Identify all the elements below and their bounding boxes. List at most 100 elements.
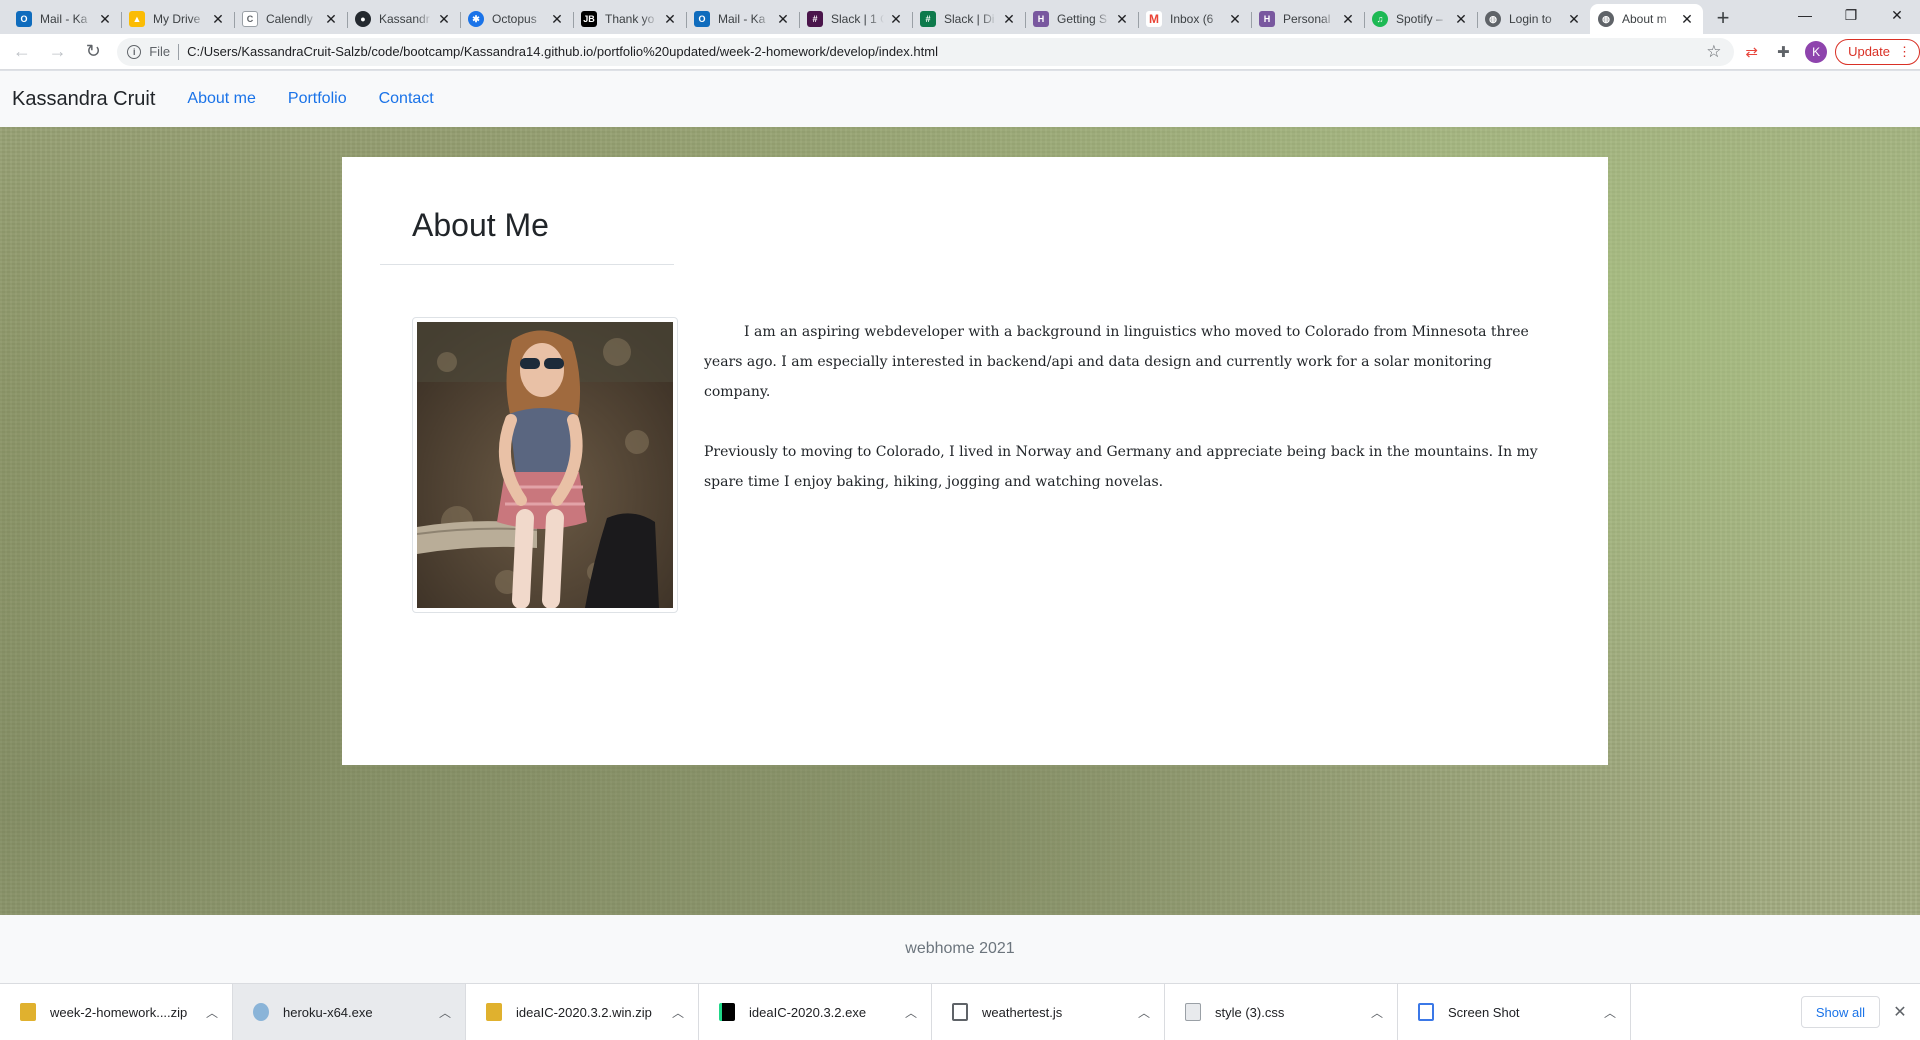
- download-item[interactable]: week-2-homework....zip ︿: [0, 984, 233, 1040]
- bio-text: I am an aspiring webdeveloper with a bac…: [704, 317, 1554, 497]
- puzzle-piece-icon[interactable]: ✚: [1770, 38, 1798, 66]
- window-controls: — ❐ ✕: [1782, 0, 1920, 30]
- globe-icon: ◍: [1598, 11, 1614, 27]
- chevron-up-icon[interactable]: ︿: [1602, 1004, 1618, 1021]
- close-window-icon[interactable]: ✕: [1874, 0, 1920, 30]
- info-icon[interactable]: i: [127, 44, 142, 59]
- close-icon[interactable]: ✕: [1227, 11, 1243, 27]
- browser-tab[interactable]: ✱ Octopus ✕: [460, 4, 573, 34]
- close-icon[interactable]: ✕: [1001, 11, 1017, 27]
- minimize-icon[interactable]: —: [1782, 0, 1828, 30]
- close-icon[interactable]: ✕: [1888, 1000, 1912, 1024]
- browser-tab[interactable]: JB Thank yo ✕: [573, 4, 686, 34]
- slack-icon: #: [920, 11, 936, 27]
- download-item[interactable]: Screen Shot ︿: [1398, 984, 1631, 1040]
- slack-icon: #: [807, 11, 823, 27]
- browser-tab[interactable]: ♫ Spotify – ✕: [1364, 4, 1477, 34]
- site-brand[interactable]: Kassandra Cruit: [12, 88, 155, 111]
- tab-title: Getting S: [1057, 12, 1108, 26]
- download-filename: weathertest.js: [982, 1004, 1063, 1020]
- globe-icon: ◍: [1485, 11, 1501, 27]
- close-icon[interactable]: ✕: [549, 11, 565, 27]
- close-icon[interactable]: ✕: [662, 11, 678, 27]
- chevron-up-icon[interactable]: ︿: [903, 1004, 919, 1021]
- back-arrow-icon[interactable]: ←: [8, 38, 36, 66]
- browser-tab[interactable]: # Slack | Di ✕: [912, 4, 1025, 34]
- chevron-up-icon[interactable]: ︿: [204, 1004, 220, 1021]
- tab-title: About m: [1622, 12, 1667, 26]
- update-button[interactable]: Update ⋮: [1835, 38, 1920, 65]
- close-icon[interactable]: ✕: [888, 11, 904, 27]
- close-icon[interactable]: ✕: [775, 11, 791, 27]
- close-icon[interactable]: ✕: [1453, 11, 1469, 27]
- close-icon[interactable]: ✕: [323, 11, 339, 27]
- download-item[interactable]: style (3).css ︿: [1165, 984, 1398, 1040]
- download-filename: week-2-homework....zip: [50, 1004, 188, 1020]
- browser-tab-active[interactable]: ◍ About m ✕: [1590, 4, 1703, 34]
- browser-tab[interactable]: O Mail - Ka ✕: [686, 4, 799, 34]
- avatar[interactable]: K: [1805, 40, 1828, 63]
- textured-background: About Me I am an aspiring webdeveloper w…: [0, 127, 1920, 915]
- extension-icon[interactable]: ⇄: [1738, 38, 1766, 66]
- browser-tab[interactable]: ◍ Login to ✕: [1477, 4, 1590, 34]
- tab-title: My Drive: [153, 12, 201, 26]
- tab-title: Calendly: [266, 12, 313, 26]
- bookmark-star-icon[interactable]: ☆: [1700, 42, 1728, 62]
- tab-title: Kassandr: [379, 12, 430, 26]
- outlook-icon: O: [694, 11, 710, 27]
- download-shelf: week-2-homework....zip ︿ heroku-x64.exe …: [0, 983, 1920, 1040]
- chevron-up-icon[interactable]: ︿: [437, 1004, 453, 1021]
- url-text[interactable]: C:/Users/KassandraCruit-Salzb/code/bootc…: [187, 44, 1700, 59]
- close-icon[interactable]: ✕: [1114, 11, 1130, 27]
- browser-tab[interactable]: # Slack | 1 C ✕: [799, 4, 912, 34]
- outlook-icon: O: [16, 11, 32, 27]
- browser-tab[interactable]: C Calendly ✕: [234, 4, 347, 34]
- tab-title: Slack | Di: [944, 12, 995, 26]
- zip-file-icon: [486, 1003, 502, 1021]
- divider: [178, 43, 180, 60]
- browser-tab[interactable]: H Personal ✕: [1251, 4, 1364, 34]
- address-bar[interactable]: i File C:/Users/KassandraCruit-Salzb/cod…: [117, 37, 1734, 66]
- chevron-up-icon[interactable]: ︿: [670, 1004, 686, 1021]
- chevron-up-icon[interactable]: ︿: [1136, 1004, 1152, 1021]
- tab-title: Spotify –: [1396, 12, 1443, 26]
- close-icon[interactable]: ✕: [210, 11, 226, 27]
- show-all-button[interactable]: Show all: [1800, 996, 1880, 1028]
- forward-arrow-icon[interactable]: →: [44, 38, 72, 66]
- tab-title: Mail - Ka: [40, 12, 88, 26]
- reload-icon[interactable]: ↻: [79, 38, 107, 66]
- tab-title: Octopus: [492, 12, 537, 26]
- zip-file-icon: [20, 1003, 36, 1021]
- nav-link-contact[interactable]: Contact: [379, 90, 434, 108]
- new-tab-button[interactable]: +: [1709, 4, 1737, 32]
- about-card: About Me I am an aspiring webdeveloper w…: [342, 157, 1608, 765]
- close-icon[interactable]: ✕: [1679, 11, 1695, 27]
- profile-photo: [412, 317, 678, 613]
- tab-title: Mail - Ka: [718, 12, 766, 26]
- close-icon[interactable]: ✕: [436, 11, 452, 27]
- download-item[interactable]: ideaIC-2020.3.2.exe ︿: [699, 984, 932, 1040]
- footer-text: webhome 2021: [905, 940, 1015, 957]
- download-item[interactable]: heroku-x64.exe ︿: [233, 984, 466, 1040]
- tab-title: Thank yo: [605, 12, 655, 26]
- browser-tab[interactable]: O Mail - Ka ✕: [8, 4, 121, 34]
- restore-icon[interactable]: ❐: [1828, 0, 1874, 30]
- browser-tab[interactable]: H Getting S ✕: [1025, 4, 1138, 34]
- browser-tab[interactable]: ▲ My Drive ✕: [121, 4, 234, 34]
- update-label: Update: [1848, 44, 1890, 59]
- download-item[interactable]: weathertest.js ︿: [932, 984, 1165, 1040]
- site-footer: webhome 2021: [0, 915, 1920, 983]
- close-icon[interactable]: ✕: [1340, 11, 1356, 27]
- browser-tab[interactable]: ● Kassandr ✕: [347, 4, 460, 34]
- close-icon[interactable]: ✕: [1566, 11, 1582, 27]
- profile-photo-image: [417, 322, 673, 608]
- jetbrains-icon: JB: [581, 11, 597, 27]
- close-icon[interactable]: ✕: [97, 11, 113, 27]
- nav-link-portfolio[interactable]: Portfolio: [288, 90, 347, 108]
- browser-tab[interactable]: M Inbox (6 ✕: [1138, 4, 1251, 34]
- nav-link-about[interactable]: About me: [187, 90, 255, 108]
- chevron-up-icon[interactable]: ︿: [1369, 1004, 1385, 1021]
- bio-paragraph: Previously to moving to Colorado, I live…: [704, 444, 1538, 490]
- download-filename: style (3).css: [1215, 1004, 1285, 1020]
- download-item[interactable]: ideaIC-2020.3.2.win.zip ︿: [466, 984, 699, 1040]
